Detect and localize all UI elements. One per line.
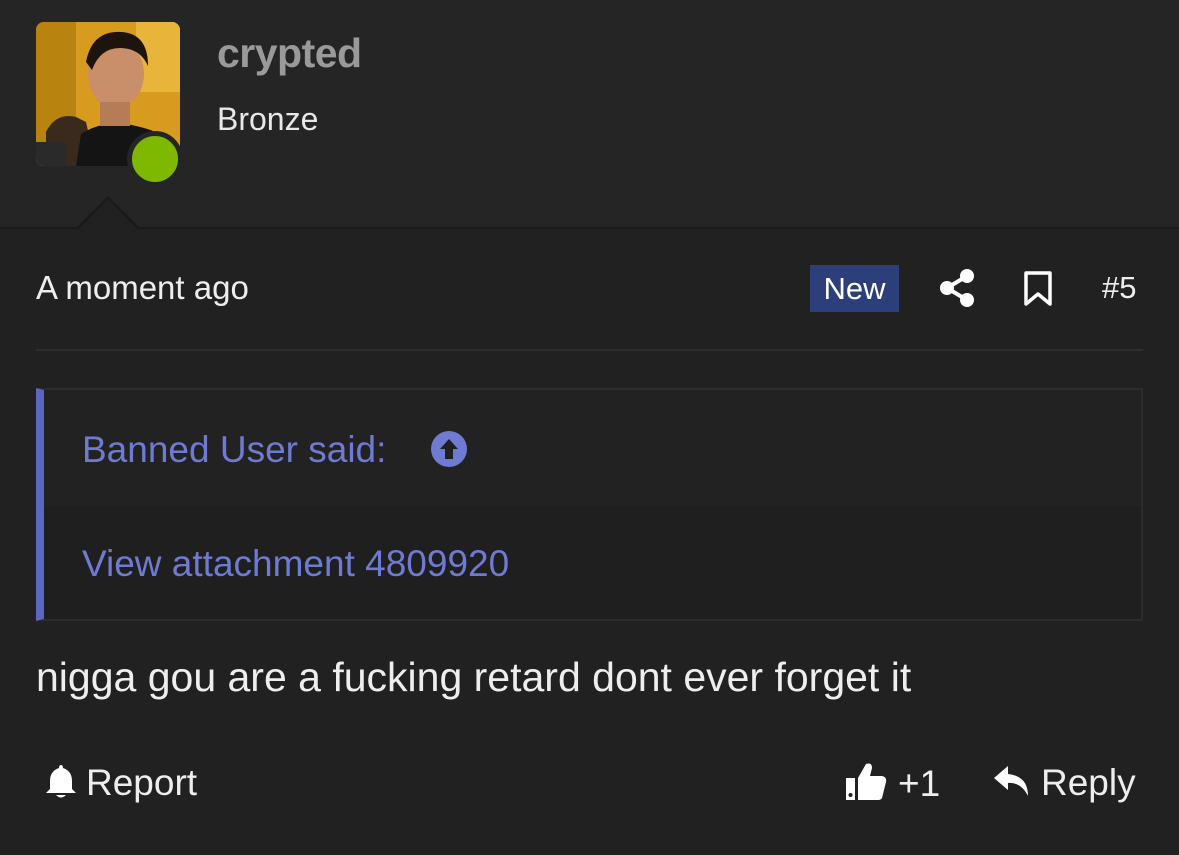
username[interactable]: crypted bbox=[217, 30, 362, 77]
share-icon[interactable] bbox=[939, 268, 975, 308]
header-divider bbox=[0, 227, 1179, 229]
online-status-dot bbox=[127, 131, 183, 187]
like-button[interactable]: +1 bbox=[844, 760, 940, 807]
post-timestamp[interactable]: A moment ago bbox=[36, 269, 249, 307]
report-button[interactable]: Report bbox=[44, 762, 197, 804]
attachment-link[interactable]: View attachment 4809920 bbox=[82, 543, 509, 585]
post-body: nigga gou are a fucking retard dont ever… bbox=[36, 654, 912, 700]
quote-author-link[interactable]: Banned User said: bbox=[82, 429, 386, 471]
like-count: +1 bbox=[898, 762, 941, 804]
thumbs-up-icon bbox=[844, 760, 888, 807]
meta-divider bbox=[36, 349, 1143, 351]
post-number-link[interactable]: #5 bbox=[1102, 270, 1136, 306]
new-badge: New bbox=[810, 265, 899, 312]
arrow-up-circle-icon[interactable] bbox=[430, 430, 468, 468]
user-rank: Bronze bbox=[217, 101, 319, 137]
header-pointer-inner bbox=[79, 199, 137, 229]
report-label: Report bbox=[86, 762, 198, 803]
quote-block: Banned User said: View attachment 480992… bbox=[36, 388, 1143, 621]
bell-icon bbox=[44, 763, 78, 804]
reply-button[interactable]: Reply bbox=[993, 762, 1136, 804]
bookmark-icon[interactable] bbox=[1022, 270, 1054, 307]
reply-label: Reply bbox=[1041, 762, 1136, 803]
reply-icon bbox=[993, 764, 1031, 803]
